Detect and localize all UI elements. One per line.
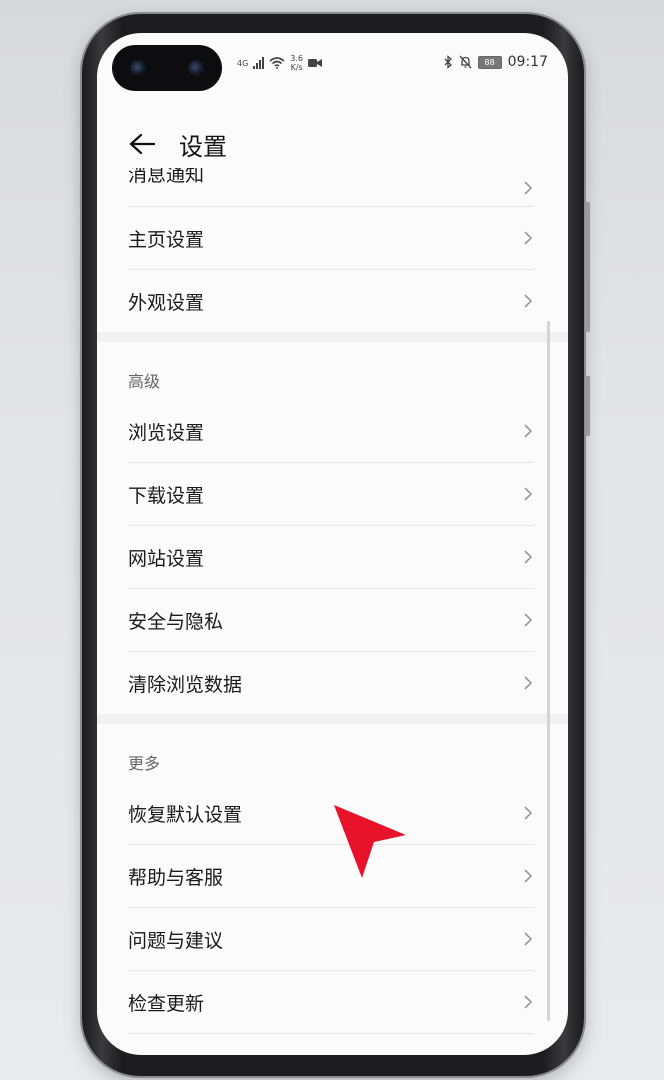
setting-item-label: 主页设置 xyxy=(128,228,205,251)
setting-item-clear-data[interactable]: 清除浏览数据 xyxy=(128,652,534,714)
chevron-right-icon xyxy=(524,550,533,564)
back-button[interactable] xyxy=(127,129,157,159)
chevron-right-icon xyxy=(524,294,533,308)
section-divider xyxy=(97,714,568,724)
setting-item-help[interactable]: 帮助与客服 xyxy=(128,845,534,908)
setting-item-label: 恢复默认设置 xyxy=(128,803,243,826)
power-button xyxy=(585,376,590,436)
battery-icon: 88 xyxy=(477,55,502,69)
network-speed: 3.6 K/s xyxy=(290,54,303,72)
setting-item-security-privacy[interactable]: 安全与隐私 xyxy=(128,589,534,652)
screen-record-icon xyxy=(308,59,323,67)
setting-item-restore-defaults[interactable]: 恢复默认设置 xyxy=(128,782,534,845)
setting-item-label: 网站设置 xyxy=(128,547,205,570)
speed-value: 3.6 xyxy=(290,54,304,63)
mute-bell-icon xyxy=(459,55,472,69)
chevron-right-icon xyxy=(524,676,533,690)
chevron-right-icon xyxy=(524,424,533,438)
network-type: 4G xyxy=(237,58,249,68)
setting-item-download[interactable]: 下载设置 xyxy=(128,463,534,526)
app-header: 设置 xyxy=(97,121,568,167)
settings-list: 消息通知 主页设置 外观设置 高级 浏览设置 下载设置 网站设置 安全与隐私 清… xyxy=(97,168,568,1055)
setting-item-check-update[interactable]: 检查更新 xyxy=(128,971,534,1034)
scrollbar[interactable] xyxy=(547,321,550,1021)
setting-item-label: 清除浏览数据 xyxy=(128,673,243,696)
setting-item-label: 外观设置 xyxy=(128,291,205,314)
setting-item-label: 浏览设置 xyxy=(128,421,205,444)
volume-button xyxy=(585,202,590,332)
setting-item-about[interactable]: 关于 xyxy=(128,1034,534,1055)
setting-item-label: 安全与隐私 xyxy=(128,610,224,633)
setting-item-appearance[interactable]: 外观设置 xyxy=(128,270,534,332)
setting-item-label: 检查更新 xyxy=(128,992,205,1015)
setting-item-label: 帮助与客服 xyxy=(128,866,224,889)
chevron-right-icon xyxy=(524,231,533,245)
section-heading-more: 更多 xyxy=(97,724,568,782)
phone-frame: 4G 3.6 K/s 88 09:17 设置 消息通知 主页设置 外观设置 高级… xyxy=(82,14,590,1076)
page-title: 设置 xyxy=(179,132,227,161)
setting-item-label: 下载设置 xyxy=(128,484,205,507)
phone-screen: 4G 3.6 K/s 88 09:17 设置 消息通知 主页设置 外观设置 高级… xyxy=(97,33,568,1055)
chevron-right-icon xyxy=(524,181,533,195)
chevron-right-icon xyxy=(524,806,533,820)
setting-item-website[interactable]: 网站设置 xyxy=(128,526,534,589)
section-divider xyxy=(97,332,568,342)
chevron-right-icon xyxy=(524,487,533,501)
chevron-right-icon xyxy=(524,613,533,627)
section-heading-label: 高级 xyxy=(128,372,161,391)
setting-item-homepage[interactable]: 主页设置 xyxy=(128,207,534,270)
chevron-right-icon xyxy=(524,869,533,883)
setting-item-label: 消息通知 xyxy=(128,168,205,186)
signal-icon xyxy=(253,57,265,69)
chevron-right-icon xyxy=(524,932,533,946)
bluetooth-icon xyxy=(444,55,452,69)
chevron-right-icon xyxy=(524,995,533,1009)
status-bar: 4G 3.6 K/s 88 09:17 xyxy=(97,53,568,77)
wifi-icon xyxy=(269,57,285,69)
section-heading-advanced: 高级 xyxy=(97,342,568,400)
setting-item-feedback[interactable]: 问题与建议 xyxy=(128,908,534,971)
pointer-cursor-icon xyxy=(334,805,406,878)
setting-item-browsing[interactable]: 浏览设置 xyxy=(128,400,534,463)
speed-unit: K/s xyxy=(290,63,303,72)
setting-item-notifications[interactable]: 消息通知 xyxy=(128,168,534,207)
clock: 09:17 xyxy=(507,54,548,70)
setting-item-label: 问题与建议 xyxy=(128,929,224,952)
back-arrow-icon xyxy=(129,133,155,155)
section-heading-label: 更多 xyxy=(128,754,161,773)
